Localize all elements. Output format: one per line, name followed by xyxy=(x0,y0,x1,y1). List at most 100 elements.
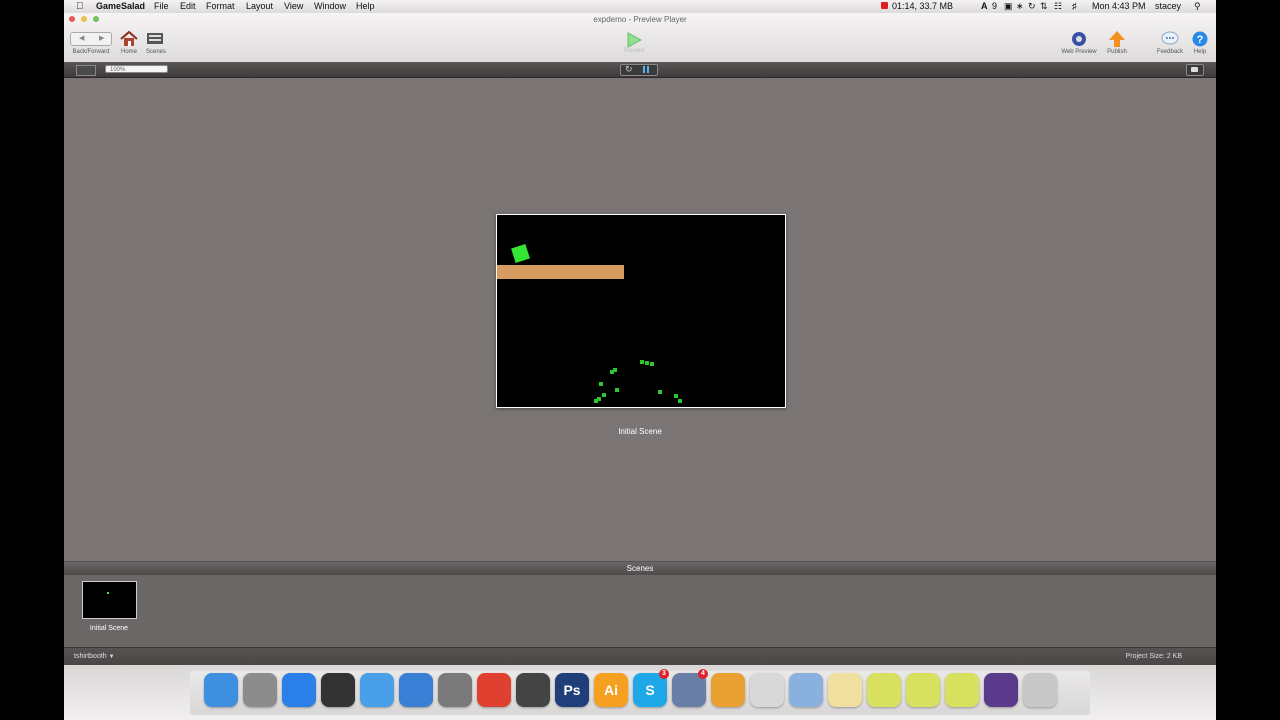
illustrator-label: Ai xyxy=(604,682,618,698)
illustrator-icon[interactable]: Ai xyxy=(594,673,628,707)
menu-file[interactable]: File xyxy=(154,1,169,12)
adobe-count: 9 xyxy=(992,1,998,11)
particle xyxy=(674,394,678,398)
menu-view[interactable]: View xyxy=(284,1,303,12)
scene-thumbnail-label: Initial Scene xyxy=(89,625,129,632)
toolbar: expdemo - Preview Player ◀ ▶ Back/Forwar… xyxy=(64,13,1216,63)
play-icon[interactable] xyxy=(626,32,642,48)
scene-thumbnail[interactable] xyxy=(82,581,137,619)
account-menu[interactable]: tshirtbooth ▼ xyxy=(74,653,115,660)
window-title: expdemo - Preview Player xyxy=(593,15,687,24)
scenes-panel: Initial Scene xyxy=(64,575,1216,647)
dropbox-icon[interactable]: ▣ xyxy=(1004,1,1013,12)
scenes-icon[interactable] xyxy=(146,31,166,47)
wifi-icon[interactable]: ☷ xyxy=(1054,1,1062,12)
volume-icon[interactable]: ♯ xyxy=(1072,1,1077,12)
gamesalad-icon[interactable] xyxy=(711,673,745,707)
grid-toggle-icon[interactable] xyxy=(76,65,96,76)
app-store-icon[interactable] xyxy=(282,673,316,707)
particle xyxy=(678,399,682,403)
folder-icon[interactable] xyxy=(789,673,823,707)
feedback-label: Feedback xyxy=(1156,49,1184,55)
feedback-icon[interactable] xyxy=(1161,31,1179,46)
particle xyxy=(615,388,619,392)
back-forward-label: Back/Forward xyxy=(72,49,110,55)
thumbnail-actor xyxy=(107,592,109,594)
particle xyxy=(613,368,617,372)
particle xyxy=(594,399,598,403)
scenes-header: Scenes xyxy=(64,561,1216,575)
menu-format[interactable]: Format xyxy=(206,1,235,12)
account-name: tshirtbooth xyxy=(74,653,107,660)
app-menu[interactable]: GameSalad xyxy=(96,1,145,12)
particle xyxy=(640,360,644,364)
help-icon[interactable]: ? xyxy=(1192,31,1208,47)
project-size: Project Size: 2 KB xyxy=(1125,653,1182,660)
ps-doc-icon[interactable] xyxy=(867,673,901,707)
help-label: Help xyxy=(1193,49,1207,55)
back-forward-control[interactable]: ◀ ▶ xyxy=(70,32,112,46)
stage-scene-label: Initial Scene xyxy=(618,427,662,436)
camera-icon[interactable] xyxy=(1186,64,1204,76)
notification-badge: 3 xyxy=(659,669,669,679)
bluetooth-icon[interactable]: ∗ xyxy=(1016,1,1024,12)
platform-actor xyxy=(497,265,624,279)
safari-icon[interactable] xyxy=(360,673,394,707)
game-stage[interactable] xyxy=(496,214,786,408)
menu-bar:  GameSalad File Edit Format Layout View… xyxy=(64,0,1216,13)
finder-icon[interactable] xyxy=(204,673,238,707)
system-preferences-icon[interactable] xyxy=(438,673,472,707)
web-preview-label: Web Preview xyxy=(1061,49,1097,55)
web-preview-icon[interactable] xyxy=(1071,31,1087,47)
skype-label: S xyxy=(645,682,655,698)
pause-icon[interactable] xyxy=(643,66,650,73)
particle xyxy=(602,393,606,397)
photoshop-icon[interactable]: Ps xyxy=(555,673,589,707)
recording-status[interactable]: 01:14, 33.7 MB xyxy=(892,1,953,12)
menu-edit[interactable]: Edit xyxy=(180,1,196,12)
forward-arrow-icon[interactable]: ▶ xyxy=(99,33,104,45)
notification-badge: 4 xyxy=(698,669,708,679)
apple-menu-icon[interactable]:  xyxy=(76,1,84,12)
screen:  GameSalad File Edit Format Layout View… xyxy=(64,0,1216,720)
trash-icon[interactable] xyxy=(1023,673,1057,707)
zoom-field[interactable]: 100% xyxy=(105,65,168,73)
time-machine-icon[interactable]: ↻ xyxy=(1028,1,1036,12)
particle xyxy=(650,362,654,366)
particle xyxy=(645,361,649,365)
launchpad-icon[interactable] xyxy=(243,673,277,707)
clock[interactable]: Mon 4:43 PM xyxy=(1092,1,1146,12)
svg-text:?: ? xyxy=(1197,34,1204,46)
dashboard-icon[interactable] xyxy=(321,673,355,707)
photoshop-label: Ps xyxy=(563,682,581,698)
imovie-icon[interactable] xyxy=(516,673,550,707)
ai-doc-icon[interactable] xyxy=(906,673,940,707)
preview-doc-icon[interactable] xyxy=(945,673,979,707)
player-actor xyxy=(511,244,530,263)
hand-icon[interactable] xyxy=(750,673,784,707)
scenes-label: Scenes xyxy=(145,49,166,55)
preview-label: Preview xyxy=(623,48,645,54)
particle xyxy=(658,390,662,394)
contacts-icon[interactable] xyxy=(828,673,862,707)
screen-doc-icon[interactable] xyxy=(984,673,1018,707)
mail-icon[interactable]: 4 xyxy=(672,669,708,707)
reset-icon[interactable]: ↻ xyxy=(625,64,633,75)
home-label: Home xyxy=(120,49,137,55)
skype-icon[interactable]: S3 xyxy=(633,669,669,707)
chrome-icon[interactable] xyxy=(477,673,511,707)
record-icon[interactable] xyxy=(881,1,888,12)
back-arrow-icon[interactable]: ◀ xyxy=(79,33,84,45)
adobe-icon[interactable]: A xyxy=(981,1,988,12)
menu-help[interactable]: Help xyxy=(356,1,375,12)
itunes-icon[interactable] xyxy=(399,673,433,707)
home-icon[interactable] xyxy=(120,31,138,47)
publish-icon[interactable] xyxy=(1108,30,1126,48)
status-bar: tshirtbooth ▼ Project Size: 2 KB xyxy=(64,647,1216,666)
spotlight-icon[interactable]: ⚲ xyxy=(1194,1,1201,12)
user-menu[interactable]: stacey xyxy=(1155,1,1181,12)
menu-window[interactable]: Window xyxy=(314,1,346,12)
dock: Ps Ai S 3 4 xyxy=(64,665,1216,720)
sync-icon[interactable]: ⇅ xyxy=(1040,1,1048,12)
menu-layout[interactable]: Layout xyxy=(246,1,273,12)
